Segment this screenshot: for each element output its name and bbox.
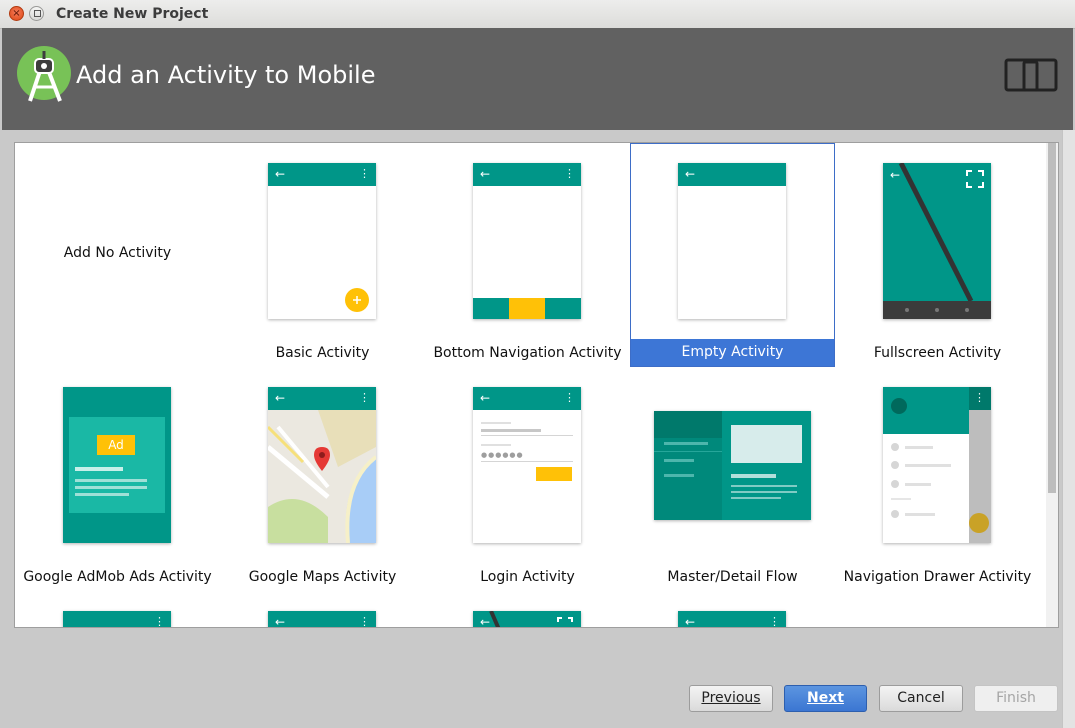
tile-label: Login Activity xyxy=(480,569,575,585)
arrow-left-icon: ← xyxy=(890,168,901,182)
admob-preview: Ad xyxy=(63,387,171,543)
tile-label: Fullscreen Activity xyxy=(873,345,1002,361)
tile-label: Empty Activity xyxy=(631,339,834,366)
tile-google-maps-activity[interactable]: ← ⋮ Google Maps Activity xyxy=(220,367,425,591)
basic-activity-preview: ← ⋮ xyxy=(268,163,376,319)
window-maximize-button[interactable] xyxy=(29,6,44,21)
arrow-left-icon: ← xyxy=(275,391,286,405)
arrow-left-icon: ← xyxy=(480,391,491,405)
navigation-drawer-preview: ⋮ xyxy=(883,387,991,543)
overflow-menu-icon: ⋮ xyxy=(564,391,575,404)
android-studio-logo-icon xyxy=(17,46,71,102)
next-button[interactable]: Next xyxy=(784,685,867,712)
arrow-left-icon: ← xyxy=(480,615,491,628)
previous-button[interactable]: Previous xyxy=(689,685,773,712)
tile-fullscreen-activity[interactable]: ← Fullscreen Activity xyxy=(835,143,1040,367)
tile-label: Add No Activity xyxy=(63,245,172,261)
tile-google-admob-ads-activity[interactable]: Ad Google AdMob Ads Activity xyxy=(15,367,220,591)
scrollbar-thumb[interactable] xyxy=(1048,143,1056,493)
arrow-left-icon: ← xyxy=(275,615,286,628)
arrow-left-icon: ← xyxy=(275,167,286,181)
window-close-button[interactable]: × xyxy=(9,6,24,21)
dialog-edge xyxy=(1062,130,1075,728)
tile-login-activity[interactable]: ← ⋮ ●●●●●● Login Activity xyxy=(425,367,630,591)
overflow-menu-icon: ⋮ xyxy=(564,167,575,180)
tile-navigation-drawer-activity[interactable]: ⋮ Navigation Drawer Activity xyxy=(835,367,1040,591)
tile-basic-activity[interactable]: ← ⋮ Basic Activity xyxy=(220,143,425,367)
phone-tablet-icon xyxy=(1004,58,1058,92)
arrow-left-icon: ← xyxy=(685,167,696,181)
overflow-menu-icon: ⋮ xyxy=(359,615,370,628)
tile-empty-activity[interactable]: ← Empty Activity xyxy=(630,143,835,367)
tile-label: Bottom Navigation Activity xyxy=(433,345,622,361)
cancel-button[interactable]: Cancel xyxy=(879,685,963,712)
overflow-menu-icon: ⋮ xyxy=(154,615,165,628)
tile-label: Basic Activity xyxy=(275,345,370,361)
header-banner: Add an Activity to Mobile xyxy=(2,28,1073,130)
tile-label: Google AdMob Ads Activity xyxy=(23,569,212,585)
maps-preview: ← ⋮ xyxy=(268,387,376,543)
overflow-menu-icon: ⋮ xyxy=(974,391,985,404)
overflow-menu-icon: ⋮ xyxy=(359,167,370,180)
master-detail-preview xyxy=(654,411,811,520)
activity-gallery[interactable]: Add No Activity ← ⋮ Basic Activity ← ⋮ Bot… xyxy=(14,142,1059,628)
gallery-scrollbar[interactable] xyxy=(1046,143,1058,627)
tile-label: Google Maps Activity xyxy=(248,569,397,585)
tile-row3-3[interactable]: ← xyxy=(425,591,630,628)
tile-row3-1[interactable]: ⋮ xyxy=(15,591,220,628)
arrow-left-icon: ← xyxy=(480,167,491,181)
arrow-left-icon: ← xyxy=(685,615,696,628)
fullscreen-icon xyxy=(966,170,984,188)
overflow-menu-icon: ⋮ xyxy=(359,391,370,404)
tile-label: Master/Detail Flow xyxy=(667,569,798,585)
tile-row3-2[interactable]: ← ⋮ xyxy=(220,591,425,628)
tile-label: Navigation Drawer Activity xyxy=(843,569,1032,585)
overflow-menu-icon: ⋮ xyxy=(769,615,780,628)
tile-row3-4[interactable]: ← ⋮ xyxy=(630,591,835,628)
tile-bottom-navigation-activity[interactable]: ← ⋮ Bottom Navigation Activity xyxy=(425,143,630,367)
page-title: Add an Activity to Mobile xyxy=(76,61,376,89)
empty-activity-preview: ← xyxy=(678,163,786,319)
fab-add-icon xyxy=(345,288,369,312)
tile-master-detail-flow[interactable]: Master/Detail Flow xyxy=(630,367,835,591)
fullscreen-icon xyxy=(557,617,573,622)
fullscreen-preview: ← xyxy=(883,163,991,319)
window-titlebar: × Create New Project xyxy=(0,0,1075,29)
ad-badge: Ad xyxy=(97,435,135,455)
window-title: Create New Project xyxy=(56,6,209,22)
login-preview: ← ⋮ ●●●●●● xyxy=(473,387,581,543)
finish-button[interactable]: Finish xyxy=(974,685,1058,712)
tile-add-no-activity[interactable]: Add No Activity xyxy=(15,143,220,367)
bottom-navigation-preview: ← ⋮ xyxy=(473,163,581,319)
